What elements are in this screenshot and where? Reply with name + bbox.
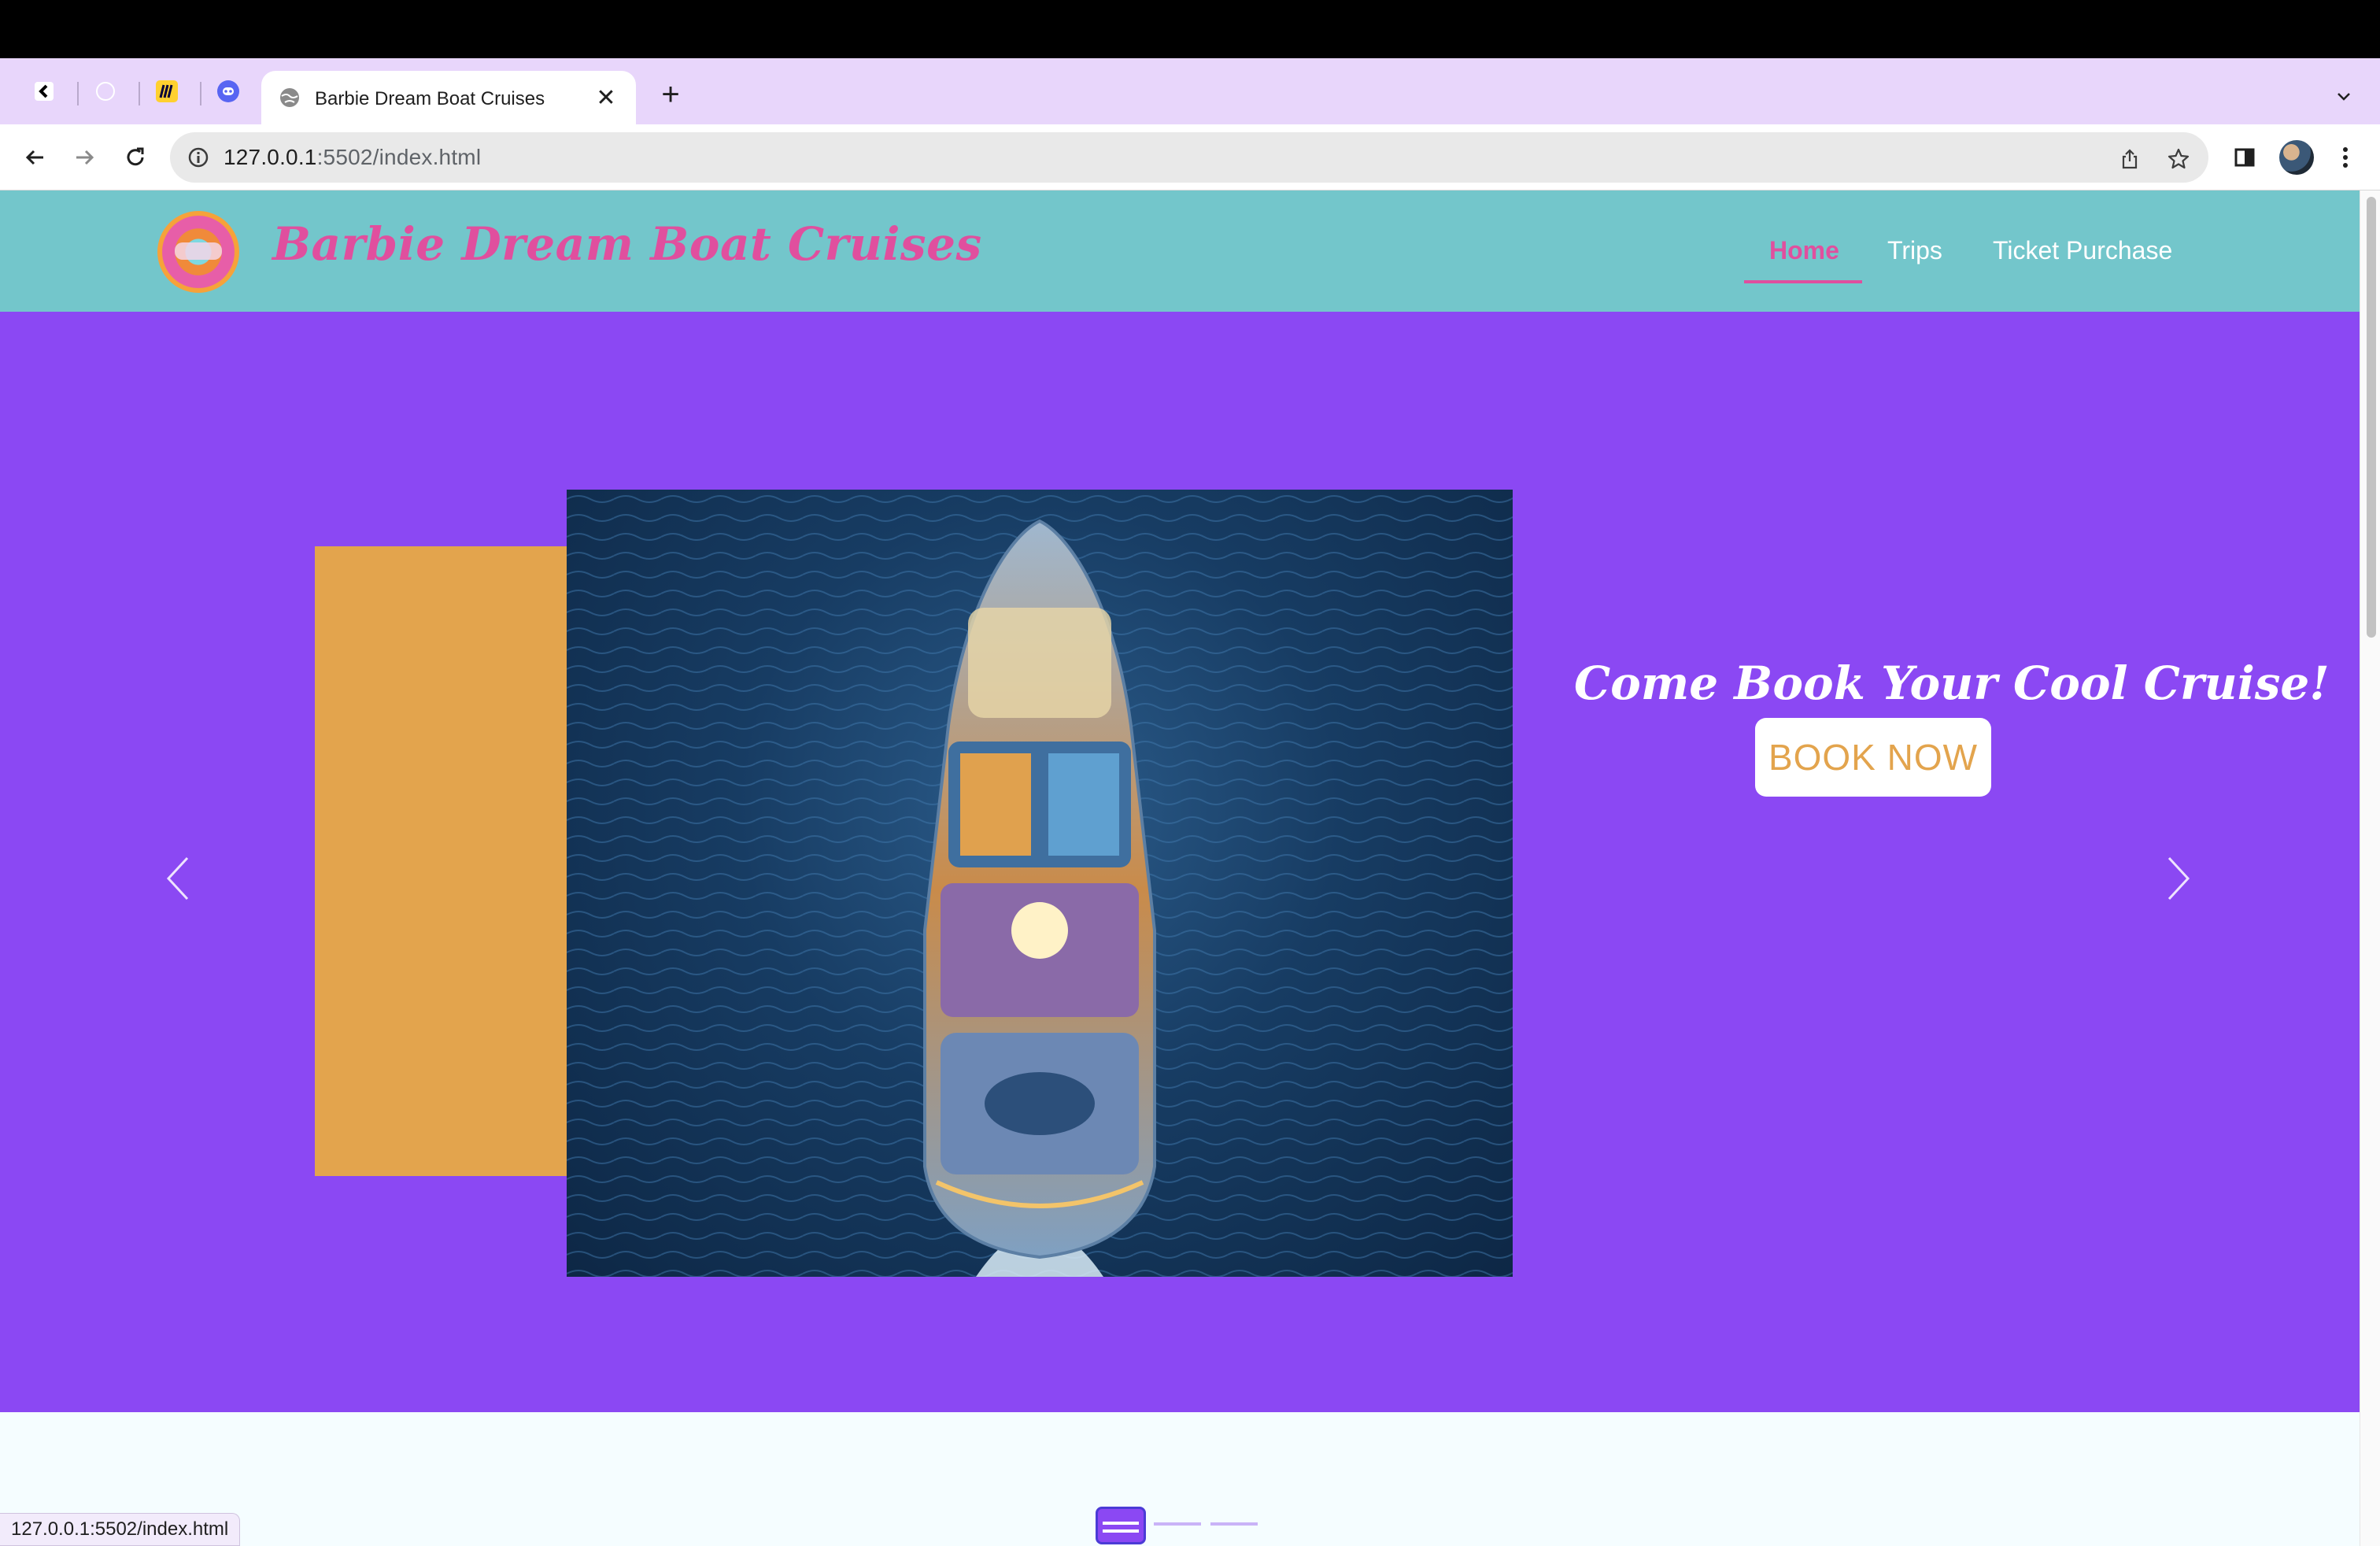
nav-trips[interactable]: Trips [1887,225,1942,276]
share-icon[interactable] [2114,143,2145,175]
site-navbar: Barbie Dream Boat Cruises Home Trips Tic… [0,190,2360,312]
os-menu-band [0,0,2380,58]
pinned-tab-miro-logo-icon[interactable] [150,74,184,109]
hero-cta-title: Come Book Your Cool Cruise! [1574,656,2330,710]
carousel-indicator-3[interactable] [1210,1522,1258,1526]
active-tab[interactable]: Barbie Dream Boat Cruises ✕ [261,71,636,124]
kebab-menu-icon[interactable] [2326,139,2364,176]
tab-separator [77,82,79,105]
carousel-indicator-2[interactable] [1154,1522,1201,1526]
new-tab-plus-icon[interactable]: + [653,77,688,112]
page-scrollbar[interactable] [2360,190,2380,1546]
back-arrow-icon[interactable] [16,139,54,176]
nav-ticket-purchase[interactable]: Ticket Purchase [1993,225,2172,276]
profile-avatar[interactable] [2279,140,2314,175]
site-info-icon[interactable] [186,145,211,170]
pinned-tab-discord-logo-icon[interactable] [211,74,246,109]
cruise-ship-photo [567,490,1513,1277]
nav-home[interactable]: Home [1769,225,1839,276]
side-panel-icon[interactable] [2226,139,2264,176]
browser-tab-strip: Barbie Dream Boat Cruises ✕ + [0,58,2380,124]
nav-active-underline [1744,280,1862,283]
carousel-indicators [1096,1503,1261,1544]
browser-toolbar: 127.0.0.1:5502/index.html [0,124,2380,190]
decorative-orange-block [315,546,568,1176]
brand-title[interactable]: Barbie Dream Boat Cruises [272,217,982,271]
hero-cta: Come Book Your Cool Cruise! BOOK NOW [1574,656,2330,797]
pinned-tab-back-chevron-icon[interactable] [27,74,61,109]
hero-carousel: Come Book Your Cool Cruise! BOOK NOW [0,312,2360,1544]
link-status-bubble: 127.0.0.1:5502/index.html [0,1513,241,1546]
scrollbar-thumb[interactable] [2367,197,2376,638]
tab-title: Barbie Dream Boat Cruises [315,88,545,109]
carousel-next-chevron-right-icon[interactable] [2155,847,2202,910]
brand-logo[interactable] [157,211,239,293]
carousel-prev-chevron-left-icon[interactable] [154,847,201,910]
reload-icon[interactable] [116,139,154,176]
page-viewport: Barbie Dream Boat Cruises Home Trips Tic… [0,190,2360,1546]
close-tab-icon[interactable]: ✕ [590,82,622,113]
url-host: 127.0.0.1 [224,145,317,169]
address-bar[interactable]: 127.0.0.1:5502/index.html [170,132,2208,183]
bookmark-star-icon[interactable] [2163,143,2194,175]
carousel-indicator-1[interactable] [1096,1507,1146,1544]
tab-search-chevron-down-icon[interactable] [2328,80,2360,112]
url-path: :5502/index.html [316,145,482,169]
url-text[interactable]: 127.0.0.1:5502/index.html [224,145,481,170]
book-now-button[interactable]: BOOK NOW [1755,718,1991,797]
globe-icon [280,88,299,107]
pinned-tab-loading-circle-icon[interactable] [88,74,123,109]
tab-separator [200,82,201,105]
tab-separator [139,82,140,105]
forward-arrow-icon[interactable] [66,139,104,176]
